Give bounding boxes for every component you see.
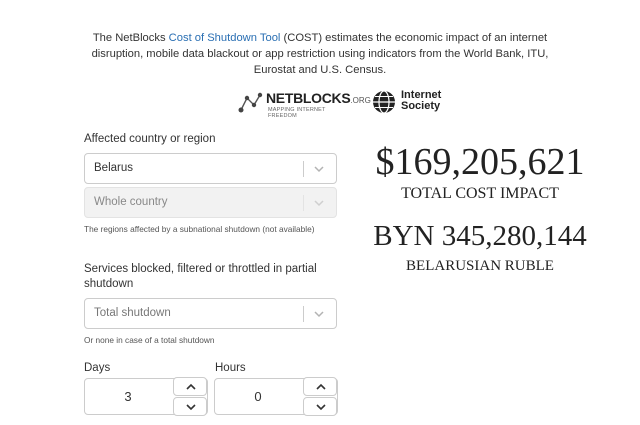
chevron-down-icon [186,404,196,411]
days-value[interactable]: 3 [85,389,171,404]
chevron-up-icon [316,383,326,390]
services-label: Services blocked, filtered or throttled … [84,263,317,290]
chevron-up-icon [186,383,196,390]
local-currency-caption: BELARUSIAN RUBLE [406,258,554,274]
hours-decrement-button[interactable] [303,397,337,416]
netblocks-org: .ORG [350,96,371,105]
select-separator [303,195,304,211]
services-select-placeholder: Total shutdown [94,307,171,319]
region-select: Whole country [84,187,337,218]
intro-text-before: The NetBlocks [92,32,169,44]
hours-increment-button[interactable] [303,377,337,396]
local-total-cost: BYN 345,280,144 [373,220,587,252]
netblocks-name: NETBLOCKS [266,90,351,106]
hours-value[interactable]: 0 [215,389,301,404]
days-increment-button[interactable] [173,377,207,396]
country-label: Affected country or region [84,133,216,145]
chevron-down-icon [316,404,326,411]
region-hint: The regions affected by a subnational sh… [84,224,315,234]
region-select-value: Whole country [94,196,168,208]
days-decrement-button[interactable] [173,397,207,416]
usd-total-cost: $169,205,621 [375,141,585,183]
hours-label: Hours [215,362,246,374]
internet-society-wordmark: Internet Society [401,90,441,112]
days-stepper[interactable]: 3 [84,377,208,416]
partner-logos: NETBLOCKS.ORG MAPPING INTERNET FREEDOM I… [0,89,640,119]
isoc-line2: Society [401,100,441,112]
internet-society-globe-icon [373,90,395,114]
hours-stepper[interactable]: 0 [214,377,338,416]
chevron-down-icon[interactable] [309,159,329,179]
internet-society-logo[interactable]: Internet Society [372,90,462,120]
netblocks-logo[interactable]: NETBLOCKS.ORG MAPPING INTERNET FREEDOM [238,89,371,119]
services-hint: Or none in case of a total shutdown [84,335,215,345]
services-select[interactable]: Total shutdown [84,298,337,329]
netblocks-logo-icon [238,92,263,113]
select-separator [303,306,304,322]
chevron-down-icon[interactable] [309,304,329,324]
netblocks-wordmark: NETBLOCKS.ORG [266,90,371,106]
usd-total-caption: TOTAL COST IMPACT [401,185,559,202]
cost-tool-link[interactable]: Cost of Shutdown Tool [169,32,281,44]
country-select[interactable]: Belarus [84,153,337,184]
country-select-value: Belarus [94,162,133,174]
days-label: Days [84,362,111,374]
netblocks-tagline: MAPPING INTERNET FREEDOM [268,107,326,119]
intro-description: The NetBlocks Cost of Shutdown Tool (COS… [80,30,560,78]
select-separator [303,161,304,177]
chevron-down-icon [314,200,324,207]
